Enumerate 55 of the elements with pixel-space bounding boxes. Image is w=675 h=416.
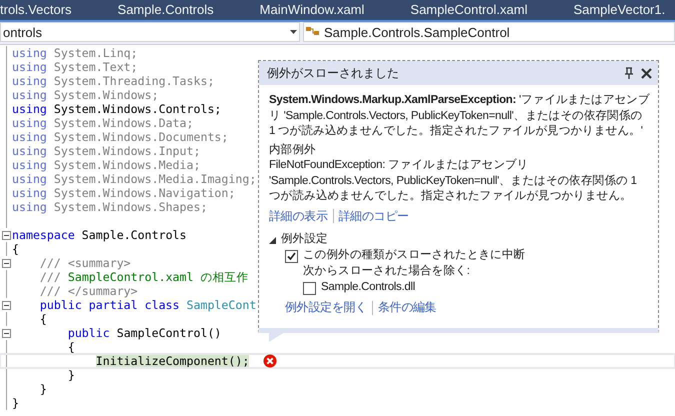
- detail-link[interactable]: 詳細の表示: [269, 208, 328, 224]
- code-line: public SampleControl(): [66, 326, 222, 340]
- project-dropdown[interactable]: ontrols: [0, 22, 300, 42]
- collapse-icon[interactable]: [2, 300, 10, 310]
- popup-title: 例外がスローされました: [267, 64, 400, 82]
- code-line: {: [38, 312, 47, 326]
- file-tab[interactable]: SampleVector1.: [550, 0, 675, 20]
- detail-link[interactable]: 詳細のコピー: [338, 208, 409, 224]
- expand-triangle-icon[interactable]: [269, 236, 276, 244]
- code-line: using System.Windows.Controls;: [12, 102, 222, 116]
- section-title: 例外設定: [281, 232, 328, 248]
- caret-icon: [290, 30, 297, 34]
- collapse-icon[interactable]: [2, 230, 10, 240]
- code-line: using System.Windows;: [12, 88, 159, 102]
- inner-exception-message: FileNotFoundException: ファイルまたはアセンブリ 'Sample.Controls.Vectors, PublicKeyToken=null'、またはその依存関係の 1 つが読み込めませんでした。指定されたファイルが見つかりません。: [269, 158, 638, 204]
- except-label: 次からスローされた場合を除く:: [303, 264, 470, 280]
- code-line: {: [12, 242, 19, 256]
- code-line: using System.Windows.Media;: [12, 158, 200, 172]
- code-line: /// </summary>: [38, 284, 138, 298]
- code-line: using System.Windows.Data;: [12, 116, 194, 130]
- code-line: using System.Linq;: [12, 46, 138, 60]
- collapse-icon[interactable]: [2, 328, 10, 338]
- code-line: using System.Windows.Media.Imaging;: [12, 172, 256, 186]
- code-line: /// SampleControl.xaml の相互作: [38, 270, 248, 284]
- code-line: public partial class SampleCont: [38, 298, 256, 312]
- collapse-icon[interactable]: [2, 258, 10, 268]
- inner-exception-heading: 内部例外: [269, 142, 317, 158]
- file-tab[interactable]: Sample.Controls: [94, 0, 237, 20]
- code-line: }: [66, 368, 75, 382]
- code-line: using System.Windows.Input;: [12, 144, 200, 158]
- class-icon: [306, 26, 320, 38]
- file-tab[interactable]: trols.Vectors: [0, 0, 95, 20]
- code-line: namespace Sample.Controls: [12, 228, 187, 242]
- callout-tail: [269, 332, 285, 342]
- close-icon[interactable]: [641, 68, 652, 78]
- code-line: using System.Text;: [12, 60, 138, 74]
- checkbox-label: Sample.Controls.dll: [321, 280, 416, 296]
- settings-link[interactable]: 例外設定を開く: [285, 300, 367, 316]
- exception-message: System.Windows.Markup.XamlParseException: 'ファイルまたはアセンブリ 'Sample.Controls.Vectors, PublicKeyToken=null'、またはその依存関係の 1 つが読み込めませんでした。指定されたファイルが見つかりません。': [269, 93, 650, 139]
- code-line: {: [66, 340, 75, 354]
- code-line: using System.Windows.Navigation;: [12, 186, 236, 200]
- file-tab[interactable]: SampleControl.xaml: [387, 0, 550, 20]
- code-line: }: [12, 396, 19, 410]
- checkbox[interactable]: [285, 250, 298, 262]
- settings-link[interactable]: 条件の編集: [378, 300, 436, 316]
- file-tab[interactable]: MainWindow.xaml: [236, 0, 388, 20]
- code-line: using System.Windows.Shapes;: [12, 200, 208, 214]
- code-line: using System.Windows.Documents;: [12, 130, 228, 144]
- code-line: }: [38, 382, 47, 396]
- checkbox[interactable]: [303, 282, 316, 294]
- code-line: using System.Threading.Tasks;: [12, 74, 214, 88]
- code-line: /// <summary>: [38, 256, 131, 270]
- checkbox-label: この例外の種類がスローされたときに中断: [303, 248, 526, 264]
- type-dropdown[interactable]: Sample.Controls.SampleControl: [303, 22, 675, 42]
- pin-icon[interactable]: [625, 67, 633, 79]
